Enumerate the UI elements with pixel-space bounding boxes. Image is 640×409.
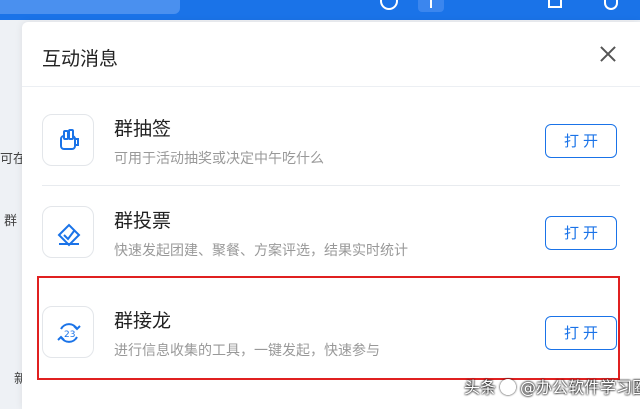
watermark-logo-icon: [500, 379, 517, 395]
item-name: 群投票: [114, 210, 172, 232]
item-description: 可用于活动抽奖或决定中午吃什么: [114, 151, 324, 167]
open-button-lottery[interactable]: 打开: [545, 124, 617, 158]
watermark: 头条 @办公软件学习圈: [464, 374, 640, 398]
add-icon[interactable]: [418, 0, 444, 12]
status-icon[interactable]: [380, 0, 398, 10]
lottery-cup-icon[interactable]: [42, 114, 94, 166]
top-bar: [0, 0, 640, 20]
search-box[interactable]: [0, 0, 180, 14]
panel-header: 互动消息: [22, 22, 640, 87]
apps-icon[interactable]: [548, 0, 562, 8]
item-description: 快速发起团建、聚餐、方案评选，结果实时统计: [114, 243, 408, 259]
close-icon[interactable]: [596, 42, 620, 66]
vote-check-icon[interactable]: [42, 206, 94, 258]
watermark-prefix: 头条: [464, 378, 497, 397]
list-item-vote: 群投票 快速发起团建、聚餐、方案评选，结果实时统计 打开: [42, 186, 620, 278]
item-name: 群抽签: [114, 118, 172, 140]
notification-icon[interactable]: [604, 0, 618, 10]
highlight-box: [37, 276, 620, 380]
open-button-vote[interactable]: 打开: [545, 216, 617, 250]
panel-title: 互动消息: [42, 48, 119, 70]
list-item-lottery: 群抽签 可用于活动抽奖或决定中午吃什么 打开: [42, 94, 620, 186]
watermark-handle: @办公软件学习圈: [520, 378, 640, 397]
background-text: 群: [4, 214, 18, 229]
